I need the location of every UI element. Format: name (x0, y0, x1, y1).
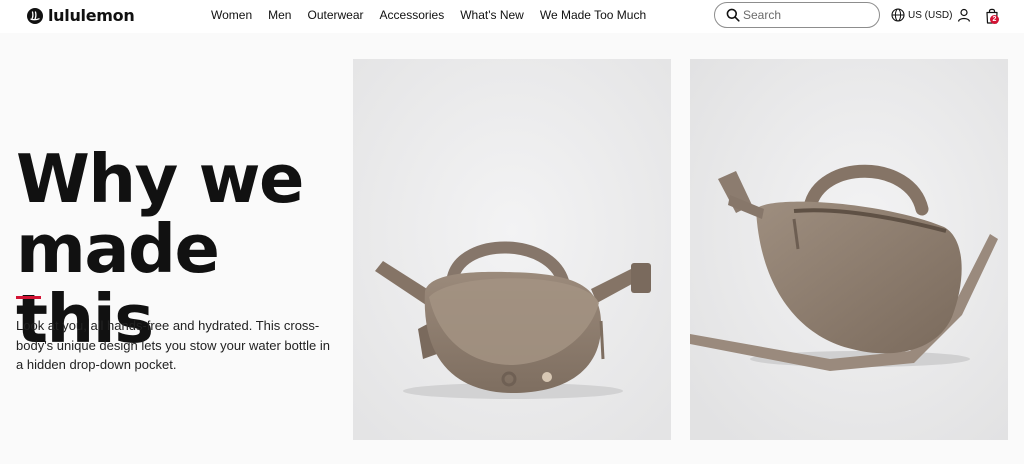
nav-item-we-made-too-much[interactable]: We Made Too Much (540, 8, 646, 22)
brand-logo[interactable]: lululemon (27, 6, 135, 25)
globe-icon (891, 8, 905, 22)
locale-label: US (USD) (908, 9, 953, 21)
belt-bag-angle-image (690, 59, 1008, 440)
user-icon[interactable] (957, 8, 971, 22)
belt-bag-angle-illustration (690, 59, 1008, 440)
lululemon-logo-mark-icon (27, 7, 43, 24)
accent-rule (16, 296, 41, 299)
brand-name: lululemon (48, 6, 135, 25)
search-input[interactable] (743, 6, 873, 24)
hero-body-line-2: body's unique design lets you stow your … (16, 337, 330, 353)
main-nav: Women Men Outerwear Accessories What's N… (211, 8, 646, 22)
nav-item-accessories[interactable]: Accessories (380, 8, 445, 22)
belt-bag-front-image (353, 59, 671, 440)
nav-item-women[interactable]: Women (211, 8, 252, 22)
nav-item-whats-new[interactable]: What's New (460, 8, 524, 22)
nav-item-men[interactable]: Men (268, 8, 291, 22)
hero-body-copy: Look at you, all hands-free and hydrated… (16, 316, 342, 375)
belt-bag-front-illustration (353, 59, 671, 440)
site-header: lululemon Women Men Outerwear Accessorie… (0, 0, 1024, 33)
hero-body-line-1: Look at you, all hands-free and hydrated… (16, 318, 320, 333)
bag-count-badge: 2 (990, 15, 999, 24)
hero-headline-line-1: Why we (16, 140, 304, 218)
nav-item-outerwear[interactable]: Outerwear (307, 8, 363, 22)
locale-selector[interactable]: US (USD) (891, 8, 952, 22)
search-box[interactable] (714, 2, 880, 28)
search-icon[interactable] (726, 8, 740, 22)
hero-body-line-3: a hidden drop-down pocket. (16, 357, 177, 372)
